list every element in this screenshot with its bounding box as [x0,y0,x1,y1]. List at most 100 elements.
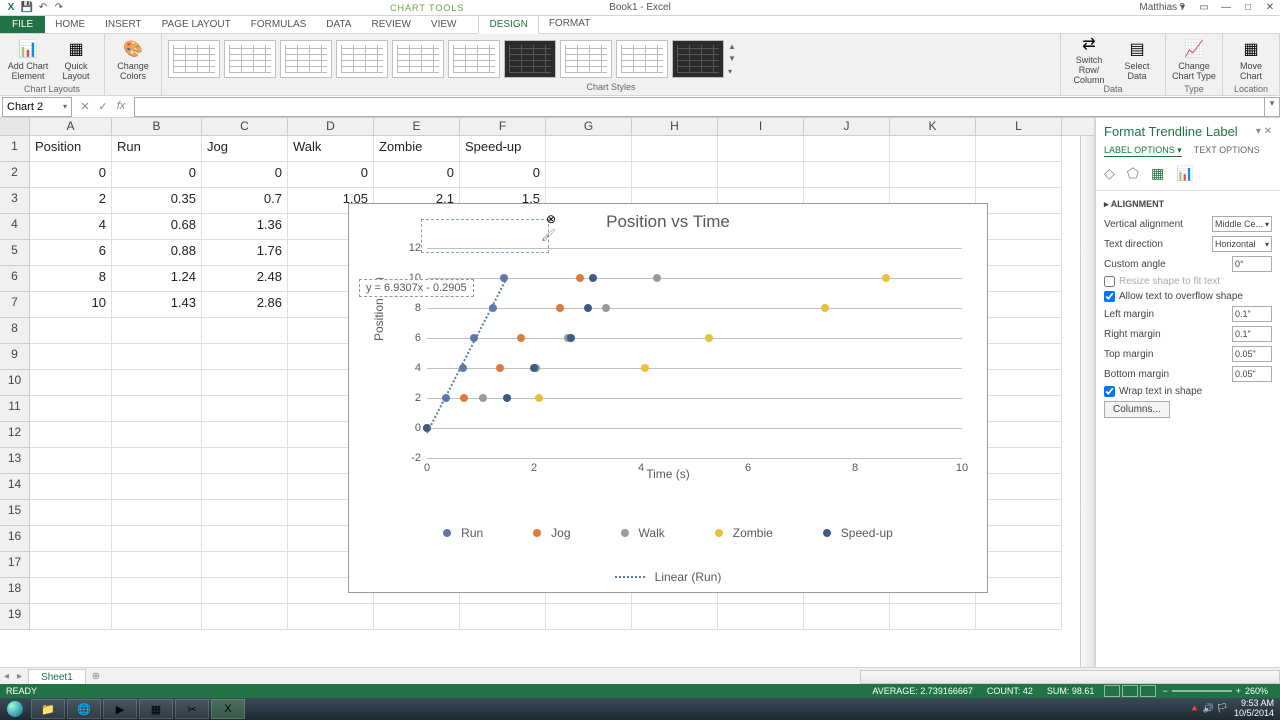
cell[interactable] [976,396,1062,422]
data-point[interactable] [535,394,543,402]
tray-icons[interactable]: 🔺 🔊 🏳 [1189,704,1228,714]
data-point[interactable] [460,394,468,402]
cell[interactable]: 1.76 [202,240,288,266]
column-header[interactable]: C [202,118,288,135]
help-icon[interactable]: ? [1172,2,1192,13]
cell[interactable] [804,136,890,162]
cell[interactable]: 0 [374,162,460,188]
horizontal-scrollbar[interactable] [860,670,1280,684]
tab-insert[interactable]: INSERT [95,16,152,33]
tab-design[interactable]: DESIGN [478,15,538,34]
chart-style-thumb[interactable] [336,40,388,78]
cell[interactable] [112,526,202,552]
cell[interactable] [460,604,546,630]
cell[interactable] [112,552,202,578]
cell[interactable]: 4 [30,214,112,240]
cell[interactable] [30,318,112,344]
cell[interactable]: 8 [30,266,112,292]
row-header[interactable]: 15 [0,500,30,526]
cancel-formula-icon[interactable]: ✕ [78,100,92,113]
size-properties-icon[interactable]: ▦ [1151,165,1164,182]
trendline[interactable] [426,277,508,434]
cell[interactable] [112,422,202,448]
cell[interactable] [202,500,288,526]
row-header[interactable]: 1 [0,136,30,162]
label-options-icon[interactable]: 📊 [1176,165,1193,182]
cell[interactable]: 0 [30,162,112,188]
cell[interactable] [546,162,632,188]
cell[interactable] [976,188,1062,214]
data-point[interactable] [530,364,538,372]
sheet-nav-prev[interactable]: ◂ [0,671,13,682]
cell[interactable]: 0.35 [112,188,202,214]
data-point[interactable] [576,274,584,282]
cell[interactable] [30,578,112,604]
row-header[interactable]: 12 [0,422,30,448]
tab-view[interactable]: VIEW [421,16,467,33]
column-header[interactable]: B [112,118,202,135]
bottom-margin-spinner[interactable]: 0.05" [1232,366,1272,382]
sheet-nav-next[interactable]: ▸ [13,671,26,682]
valign-combo[interactable]: Middle Ce...▾ [1212,216,1272,232]
tab-review[interactable]: REVIEW [361,16,420,33]
cell[interactable] [976,266,1062,292]
zoom-in-icon[interactable]: + [1236,686,1241,696]
row-header[interactable]: 13 [0,448,30,474]
cell[interactable] [112,474,202,500]
zoom-level[interactable]: 260% [1245,686,1268,696]
zoom-slider[interactable] [1172,690,1232,692]
cell[interactable]: 0 [460,162,546,188]
data-point[interactable] [821,304,829,312]
undo-icon[interactable]: ↶ [36,1,50,15]
row-header[interactable]: 11 [0,396,30,422]
overflow-checkbox[interactable] [1104,291,1115,302]
worksheet-grid[interactable]: ABCDEFGHIJKL 1PositionRunJogWalkZombieSp… [0,118,1095,679]
row-header[interactable]: 2 [0,162,30,188]
name-box[interactable]: Chart 2▾ [2,97,72,117]
cell[interactable] [112,318,202,344]
view-page-break-icon[interactable] [1140,685,1156,697]
row-header[interactable]: 10 [0,370,30,396]
task-snip[interactable]: ✂ [175,699,209,719]
plot-area[interactable]: -20246810120246810 [427,248,962,458]
fill-line-icon[interactable]: ◇ [1104,165,1115,182]
legend-item[interactable]: Zombie [715,526,773,540]
data-point[interactable] [496,364,504,372]
wrap-text-checkbox[interactable] [1104,386,1115,397]
cell[interactable] [976,604,1062,630]
cell[interactable]: 0.68 [112,214,202,240]
cell[interactable] [202,474,288,500]
chart-style-gallery[interactable]: ▲▼▾ [168,36,1054,82]
close-pane-icon[interactable]: ▾ ✕ [1256,126,1272,137]
data-point[interactable] [589,274,597,282]
cell[interactable] [976,344,1062,370]
column-header[interactable]: A [30,118,112,135]
cell[interactable]: 2.86 [202,292,288,318]
data-point[interactable] [602,304,610,312]
cell[interactable] [976,370,1062,396]
cell[interactable] [30,448,112,474]
view-page-layout-icon[interactable] [1122,685,1138,697]
custom-angle-spinner[interactable]: 0° [1232,256,1272,272]
ribbon-display-icon[interactable]: ▭ [1194,2,1214,13]
task-media[interactable]: ▶ [103,699,137,719]
row-header[interactable]: 3 [0,188,30,214]
save-icon[interactable]: 💾 [20,1,34,15]
chart-style-thumb[interactable] [560,40,612,78]
legend-item-trendline[interactable]: Linear (Run) [615,570,722,584]
tab-label-options[interactable]: LABEL OPTIONS ▾ [1104,145,1182,157]
formula-bar[interactable] [134,97,1264,117]
cell[interactable]: 1.24 [112,266,202,292]
tab-formulas[interactable]: FORMULAS [241,16,317,33]
tab-home[interactable]: HOME [45,16,95,33]
cell[interactable] [202,370,288,396]
cell[interactable] [30,370,112,396]
columns-button[interactable]: Columns... [1104,401,1170,418]
cell[interactable] [976,292,1062,318]
chart-style-thumb[interactable] [672,40,724,78]
cell[interactable] [976,578,1062,604]
legend-item[interactable]: Run [443,526,483,540]
cell[interactable] [976,474,1062,500]
column-header[interactable]: H [632,118,718,135]
column-header[interactable]: K [890,118,976,135]
